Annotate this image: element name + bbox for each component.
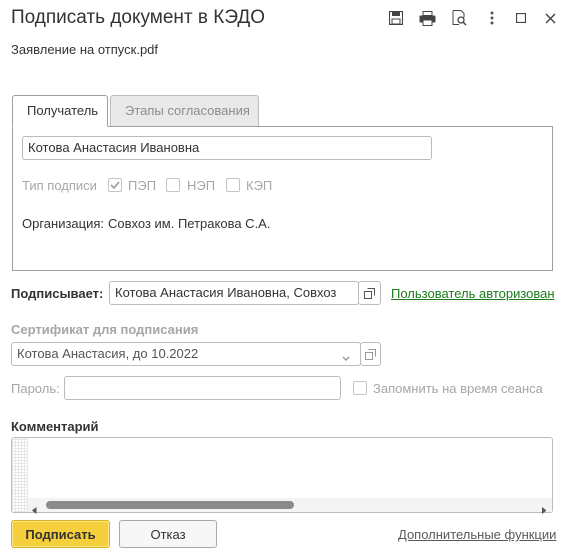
preview-icon[interactable] [450, 9, 468, 27]
cancel-button[interactable]: Отказ [119, 520, 217, 548]
comment-gutter [12, 438, 28, 512]
close-icon[interactable] [541, 9, 559, 27]
sign-button[interactable]: Подписать [11, 520, 110, 548]
maximize-icon[interactable] [512, 9, 530, 27]
password-field[interactable] [64, 376, 341, 400]
certificate-open-button[interactable] [360, 342, 381, 366]
nep-checkbox[interactable] [166, 178, 180, 192]
horizontal-scrollbar[interactable] [28, 498, 552, 514]
signer-label: Подписывает: [11, 286, 104, 301]
document-name: Заявление на отпуск.pdf [11, 42, 159, 57]
save-icon[interactable] [387, 9, 405, 27]
chevron-down-icon[interactable] [342, 350, 350, 365]
user-authorized-link[interactable]: Пользователь авторизован [391, 286, 555, 301]
additional-functions-link[interactable]: Дополнительные функции [398, 527, 556, 542]
nep-label: НЭП [187, 178, 216, 193]
print-icon[interactable] [418, 9, 436, 27]
pep-label: ПЭП [128, 178, 157, 193]
scroll-right-icon[interactable] [542, 502, 547, 517]
remember-label: Запомнить на время сеанса [373, 381, 543, 396]
organization-label: Организация: [22, 216, 105, 231]
recipient-name-field[interactable]: Котова Анастасия Ивановна [22, 136, 432, 160]
pep-checkbox[interactable] [108, 178, 122, 192]
open-icon [364, 287, 375, 299]
scroll-left-icon[interactable] [32, 502, 37, 517]
kep-checkbox[interactable] [226, 178, 240, 192]
remember-checkbox[interactable] [353, 381, 367, 395]
password-label: Пароль: [11, 381, 60, 396]
certificate-select[interactable]: Котова Анастасия, до 10.2022 [11, 342, 361, 366]
open-icon [365, 348, 376, 360]
scroll-thumb[interactable] [46, 501, 294, 509]
signer-open-button[interactable] [358, 281, 381, 305]
more-menu-icon[interactable] [483, 9, 501, 27]
certificate-label: Сертификат для подписания [11, 322, 199, 337]
signer-field[interactable]: Котова Анастасия Ивановна, Совхоз [109, 281, 359, 305]
tab-recipient[interactable]: Получатель [12, 95, 108, 127]
window-title: Подписать документ в КЭДО [11, 7, 266, 28]
organization-value: Совхоз им. Петракова С.А. [108, 216, 271, 231]
tab-approval-stages[interactable]: Этапы согласования [110, 95, 259, 127]
signature-type-label: Тип подписи [22, 178, 97, 193]
comment-textarea[interactable] [11, 437, 553, 514]
comment-label: Комментарий [11, 419, 99, 434]
kep-label: КЭП [246, 178, 273, 193]
